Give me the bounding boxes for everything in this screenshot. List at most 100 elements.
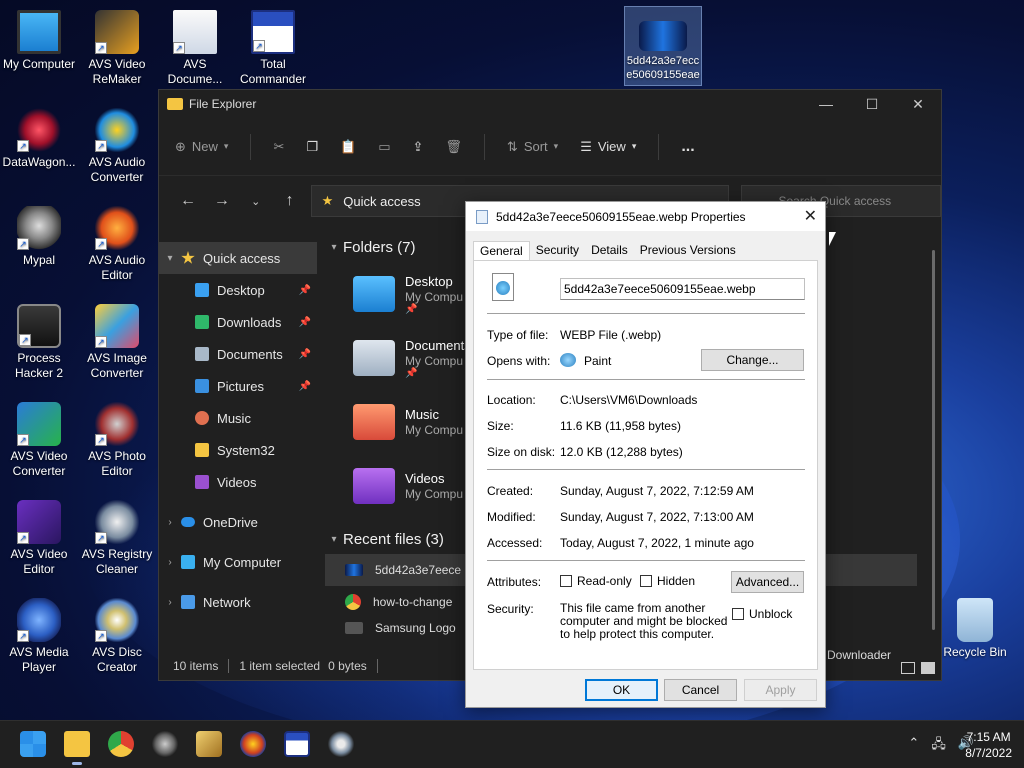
desktop-icon-avs-image-converter[interactable]: ↗ AVS Image Converter — [78, 298, 156, 381]
desktop-icon-avs-video-converter[interactable]: ↗ AVS Video Converter — [0, 396, 78, 479]
taskbar-total-commander[interactable] — [284, 731, 310, 757]
change-button[interactable]: Change... — [701, 349, 804, 371]
sidebar-item-downloads[interactable]: Downloads 📌 — [159, 306, 317, 338]
sidebar-item-network[interactable]: › Network — [159, 586, 317, 618]
forward-button[interactable]: → — [205, 192, 239, 210]
desktop-icon-my-computer[interactable]: My Computer — [0, 4, 78, 72]
type-of-file-label: Type of file: — [487, 328, 549, 342]
taskbar-mypal[interactable] — [152, 731, 178, 757]
chevron-right-icon: › — [168, 596, 172, 608]
hidden-checkbox[interactable]: Hidden — [640, 574, 695, 588]
star-icon — [181, 251, 195, 264]
desktop-icon-avs-audio-converter[interactable]: ↗ AVS Audio Converter — [78, 102, 156, 185]
sidebar-item-desktop[interactable]: Desktop 📌 — [159, 274, 317, 306]
trash-icon: 🗑 — [445, 138, 462, 154]
unblock-checkbox[interactable]: Unblock — [732, 607, 792, 621]
sidebar-item-onedrive[interactable]: › OneDrive — [159, 506, 317, 538]
sidebar-item-pictures[interactable]: Pictures 📌 — [159, 370, 317, 402]
desktop-icon-process-hacker[interactable]: ↗ Process Hacker 2 — [0, 298, 78, 381]
desktop-icon-label: AVS Video Converter — [10, 449, 68, 478]
details-view-icon[interactable] — [901, 662, 915, 674]
vertical-scrollbar[interactable] — [932, 250, 935, 630]
recent-file-name: 5dd42a3e7eece — [375, 563, 462, 577]
desktop-icon-avs-media-player[interactable]: ↗ AVS Media Player — [0, 592, 78, 675]
maximize-button[interactable]: ☐ — [849, 90, 895, 118]
dialog-close-button[interactable]: ✕ — [804, 206, 817, 226]
apply-button[interactable]: Apply — [744, 679, 817, 701]
desktop-icon-avs-audio-editor[interactable]: ↗ AVS Audio Editor — [78, 200, 156, 283]
advanced-button[interactable]: Advanced... — [731, 571, 804, 593]
clock[interactable]: 7:15 AM 8/7/2022 — [965, 729, 1012, 761]
sidebar-item-my-computer[interactable]: › My Computer — [159, 546, 317, 578]
more-label: ... — [681, 137, 695, 155]
address-text: Quick access — [343, 193, 421, 209]
desktop-icon-webp-file[interactable]: 5dd42a3e7ecce50609155eae — [624, 6, 702, 86]
delete-button[interactable]: 🗑 — [445, 139, 462, 155]
pin-icon: 📌 — [298, 380, 311, 392]
taskbar-file-explorer[interactable] — [64, 731, 90, 765]
new-button[interactable]: ⊕ New ▾ — [175, 139, 228, 155]
recent-file-name: Samsung Logo — [375, 621, 456, 635]
document-icon — [195, 347, 209, 361]
close-button[interactable]: ✕ — [895, 90, 941, 118]
desktop-icon — [195, 283, 209, 297]
dialog-titlebar[interactable]: 5dd42a3e7eece50609155eae.webp Properties — [466, 202, 825, 231]
copy-button[interactable]: ❐ — [306, 139, 318, 155]
tab-security[interactable]: Security — [530, 241, 585, 261]
recent-file-name: how-to-change — [373, 595, 453, 609]
desktop-icon-label: AVS Photo Editor — [88, 449, 146, 478]
up-button[interactable]: ↑ — [273, 192, 307, 210]
status-bar: 10 items 1 item selected 0 bytes — [173, 656, 388, 676]
rename-button[interactable]: ▭ — [378, 139, 390, 155]
size-value: 11.6 KB (11,958 bytes) — [560, 419, 681, 433]
more-options-button[interactable]: ... — [681, 138, 694, 156]
minimize-button[interactable]: — — [803, 90, 849, 118]
filename-field[interactable]: 5dd42a3e7eece50609155eae.webp — [560, 278, 805, 300]
recent-locations-button[interactable]: ⌄ — [239, 195, 273, 208]
tab-details[interactable]: Details — [585, 241, 634, 261]
tiles-view-icon[interactable] — [921, 662, 935, 674]
desktop-icon-avs-disc-creator[interactable]: ↗ AVS Disc Creator — [78, 592, 156, 675]
cancel-button[interactable]: Cancel — [664, 679, 737, 701]
desktop-icon-recycle-bin[interactable]: Recycle Bin — [936, 592, 1014, 660]
desktop-icon-total-commander[interactable]: ↗ Total Commander — [234, 4, 312, 87]
sidebar-item-system32[interactable]: System32 — [159, 434, 317, 466]
desktop-icon-avs-video-remaker[interactable]: ↗ AVS Video ReMaker — [78, 4, 156, 87]
desktop-icon-avs-video-editor[interactable]: ↗ AVS Video Editor — [0, 494, 78, 577]
back-button[interactable]: ← — [171, 192, 205, 210]
network-icon[interactable]: 🖧 — [931, 735, 946, 757]
readonly-checkbox[interactable]: Read-only — [560, 574, 632, 588]
accessed-value: Today, August 7, 2022, 1 minute ago — [560, 536, 754, 550]
tab-previous-versions[interactable]: Previous Versions — [634, 241, 742, 261]
sidebar-item-documents[interactable]: Documents 📌 — [159, 338, 317, 370]
view-button[interactable]: ☰ View ▾ — [580, 139, 636, 155]
desktop-icon-mypal[interactable]: ↗ Mypal — [0, 200, 78, 268]
desktop-icon-avs-registry-cleaner[interactable]: ↗ AVS Registry Cleaner — [78, 494, 156, 577]
paste-button[interactable]: 📋 — [340, 139, 356, 155]
ok-button[interactable]: OK — [585, 679, 658, 701]
sidebar-item-videos[interactable]: Videos — [159, 466, 317, 498]
chevron-up-icon[interactable]: ⌃ — [908, 735, 919, 757]
taskbar-settings[interactable] — [328, 731, 354, 757]
sort-button[interactable]: ⇅ Sort ▾ — [507, 139, 558, 155]
desktop-icon-avs-photo-editor[interactable]: ↗ AVS Photo Editor — [78, 396, 156, 479]
tab-general[interactable]: General — [473, 241, 530, 261]
taskbar-tools[interactable] — [196, 731, 222, 757]
desktop-icon-datawagon[interactable]: ↗ DataWagon... — [0, 102, 78, 170]
properties-dialog[interactable]: 5dd42a3e7eece50609155eae.webp Properties… — [465, 201, 826, 708]
sidebar-item-music[interactable]: Music — [159, 402, 317, 434]
sidebar-item-label: Desktop — [217, 282, 265, 298]
taskbar-chrome[interactable] — [108, 731, 134, 757]
desktop-icon-avs-document[interactable]: ↗ AVS Docume... — [156, 4, 234, 87]
sidebar-item-quick-access[interactable]: ▾ Quick access — [159, 242, 317, 274]
status-size: 0 bytes — [328, 659, 367, 673]
chevron-right-icon: › — [168, 556, 172, 568]
start-button[interactable] — [20, 731, 46, 757]
taskbar-app[interactable] — [240, 731, 266, 757]
pin-icon: 📌 — [298, 316, 311, 328]
toolbar-divider — [250, 133, 252, 160]
share-button[interactable]: ⇪ — [413, 139, 424, 155]
divider — [487, 560, 805, 561]
cut-button[interactable]: ✂ — [273, 139, 284, 155]
desktop-icon-label: DataWagon... — [2, 155, 76, 169]
